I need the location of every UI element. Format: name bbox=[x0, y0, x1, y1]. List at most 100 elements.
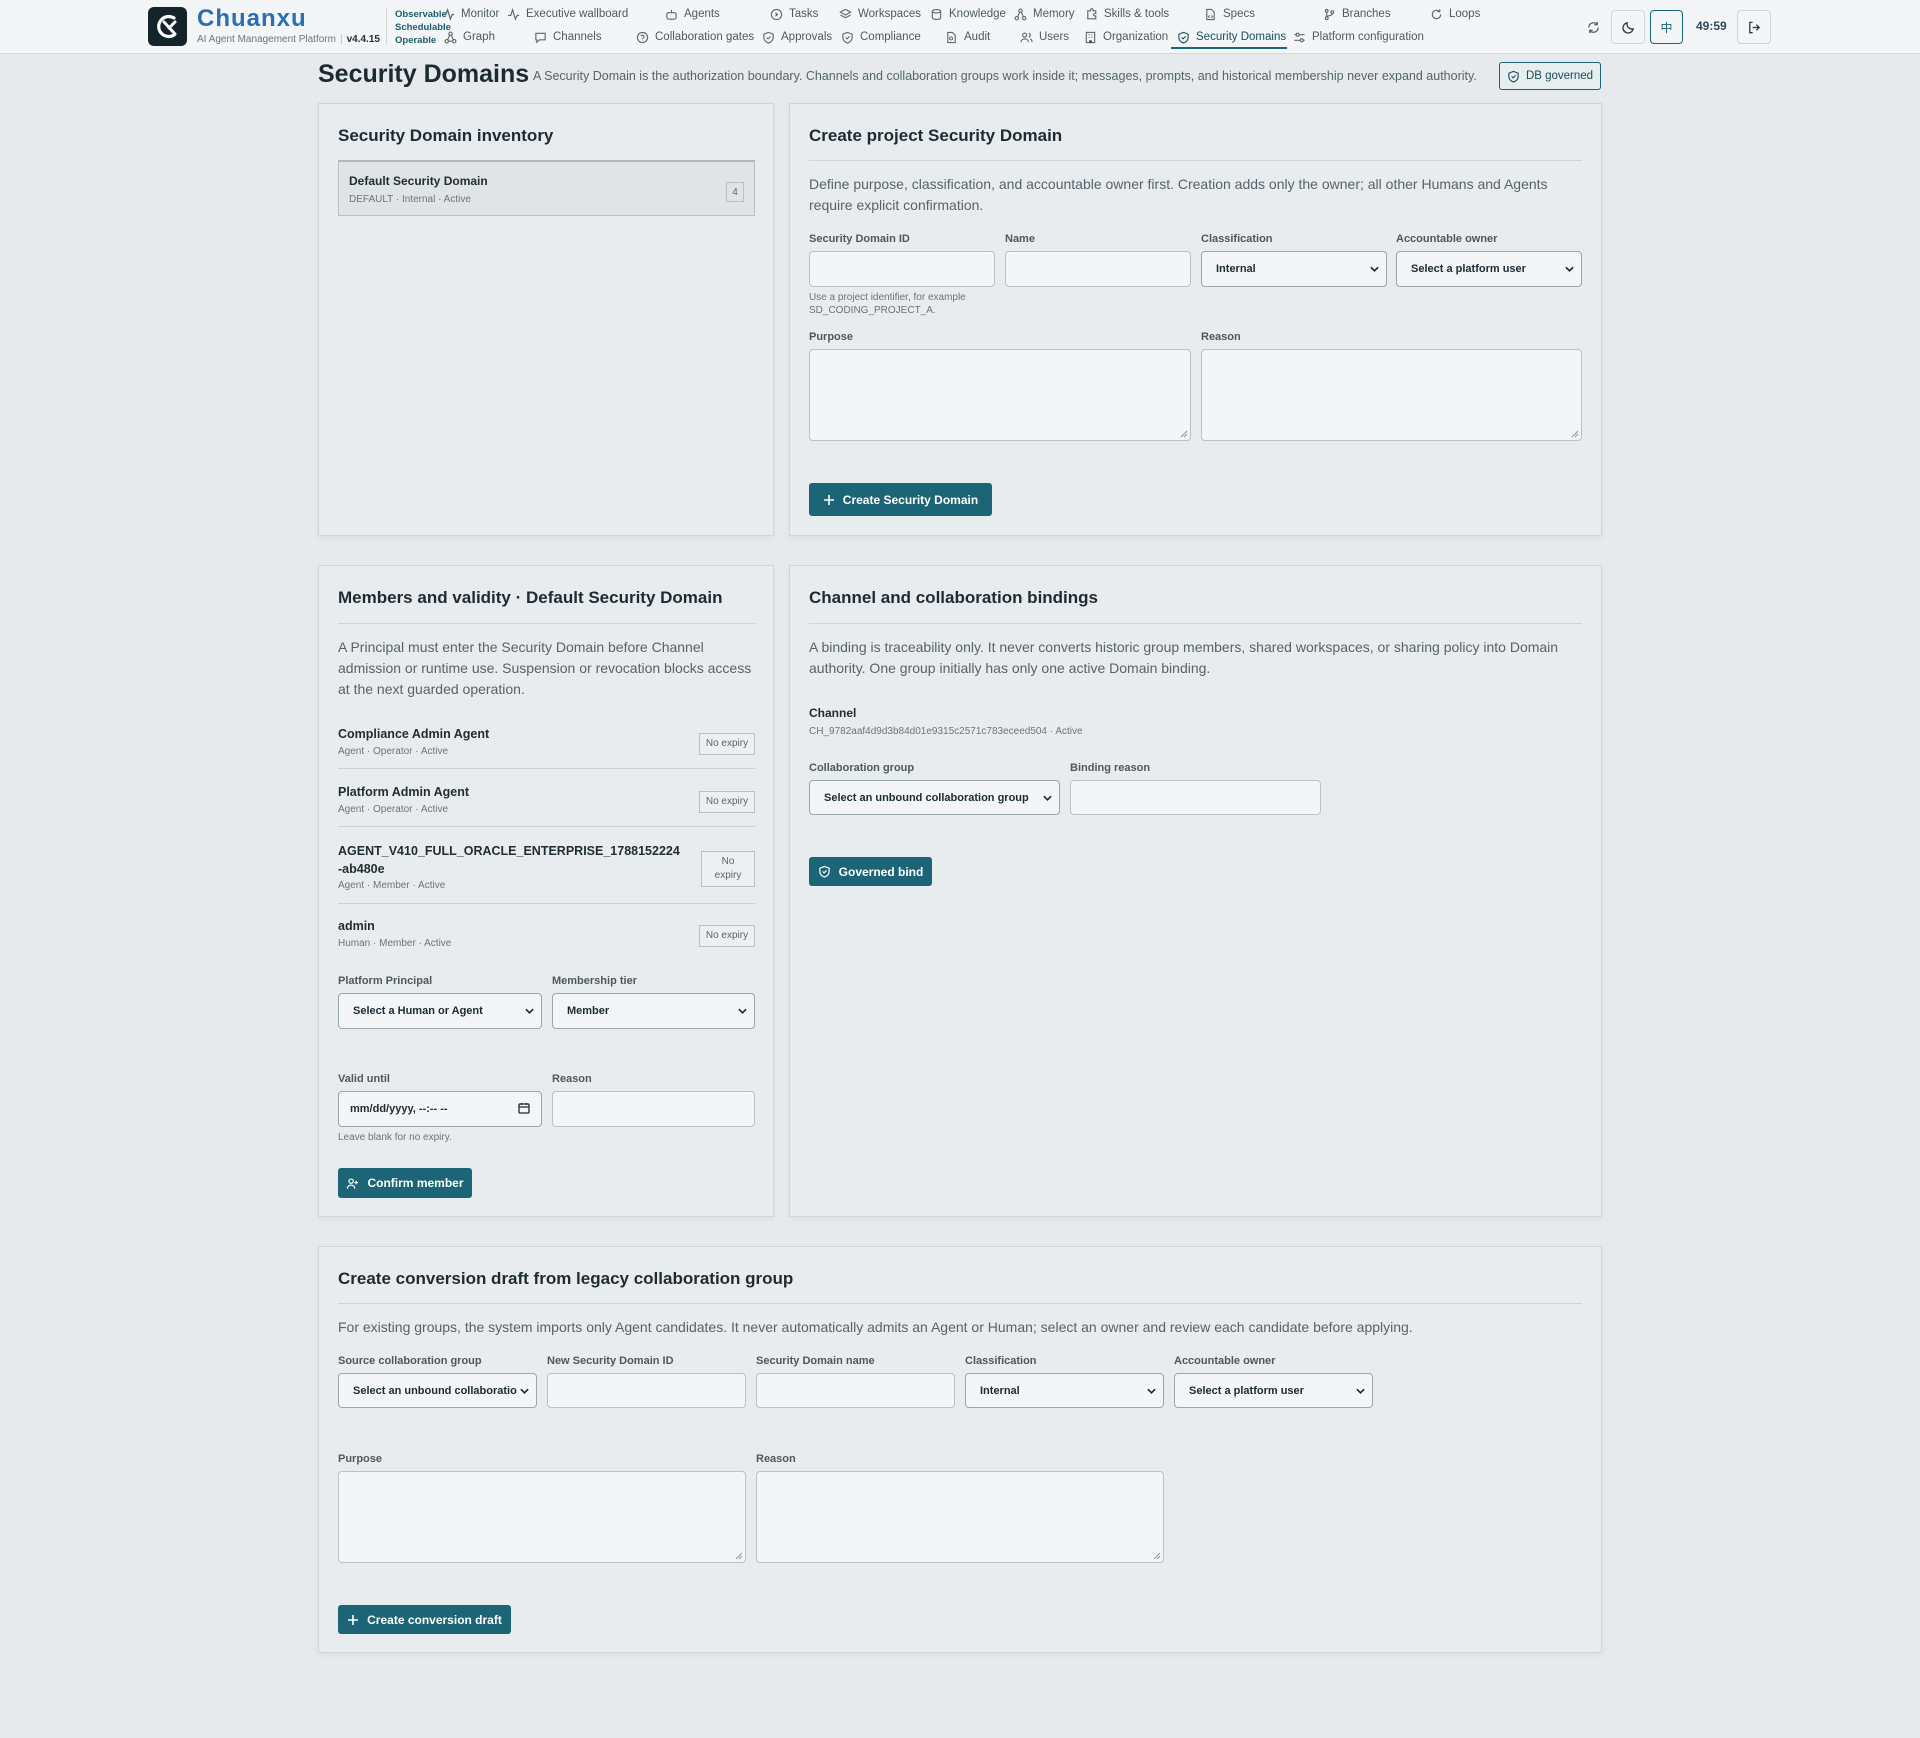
expiry-tag: No expiry bbox=[699, 925, 755, 947]
conversion-classification-label: Classification bbox=[965, 1355, 1037, 1367]
nav-label: Monitor bbox=[461, 8, 500, 20]
resize-grip-icon[interactable] bbox=[1180, 430, 1188, 438]
confirm-member-button[interactable]: Confirm member bbox=[338, 1168, 472, 1198]
message-square-icon bbox=[535, 32, 546, 43]
accountable-owner-label: Accountable owner bbox=[1396, 233, 1498, 245]
name-input[interactable] bbox=[1005, 251, 1191, 287]
nav-skills-tools[interactable]: Skills & tools bbox=[1085, 4, 1169, 24]
members-title: Members and validity · Default Security … bbox=[338, 588, 723, 607]
governed-bind-button[interactable]: Governed bind bbox=[809, 857, 932, 886]
accountable-owner-select[interactable]: Select a platform user bbox=[1396, 251, 1582, 287]
reason-label: Reason bbox=[1201, 331, 1241, 343]
nav-specs[interactable]: Specs bbox=[1204, 4, 1255, 24]
bindings-title: Channel and collaboration bindings bbox=[809, 588, 1099, 607]
nav-label: Knowledge bbox=[949, 8, 1006, 20]
refresh-icon bbox=[1587, 21, 1599, 33]
nav-channels[interactable]: Channels bbox=[534, 27, 602, 47]
source-group-select[interactable]: Select an unbound collaboration group bbox=[338, 1373, 537, 1408]
nav-label: Organization bbox=[1103, 31, 1169, 43]
resize-grip-icon[interactable] bbox=[1153, 1552, 1161, 1560]
date-placeholder: mm/dd/yyyy, --:-- -- bbox=[350, 1103, 448, 1115]
security-domain-id-input[interactable] bbox=[809, 251, 995, 287]
resize-grip-icon[interactable] bbox=[1571, 430, 1579, 438]
nav-approvals[interactable]: Approvals bbox=[762, 27, 832, 47]
conversion-classification-select[interactable]: Internal bbox=[965, 1373, 1164, 1408]
new-domain-id-input[interactable] bbox=[547, 1373, 746, 1408]
collaboration-group-select[interactable]: Select an unbound collaboration group bbox=[809, 780, 1060, 815]
domain-name-input[interactable] bbox=[756, 1373, 955, 1408]
conversion-owner-select[interactable]: Select a platform user bbox=[1174, 1373, 1373, 1408]
logout-button[interactable] bbox=[1737, 10, 1771, 44]
purpose-textarea[interactable] bbox=[809, 349, 1191, 441]
reason-textarea[interactable] bbox=[1201, 349, 1582, 441]
classification-select[interactable]: Internal bbox=[1201, 251, 1387, 287]
nav-label: Compliance bbox=[860, 31, 921, 43]
conversion-reason-textarea[interactable] bbox=[756, 1471, 1164, 1563]
nav-label: Platform configuration bbox=[1312, 31, 1424, 43]
nav-label: Agents bbox=[684, 8, 720, 20]
nav-monitor[interactable]: Monitor bbox=[442, 4, 499, 24]
logout-icon bbox=[1748, 21, 1760, 33]
divider bbox=[338, 623, 755, 624]
collaboration-group-label: Collaboration group bbox=[809, 762, 915, 774]
conversion-title: Create conversion draft from legacy coll… bbox=[338, 1269, 794, 1288]
create-security-domain-button[interactable]: Create Security Domain bbox=[809, 483, 992, 516]
logo-icon[interactable] bbox=[148, 7, 187, 46]
nav-label: Workspaces bbox=[858, 8, 922, 20]
nav-tasks[interactable]: Tasks bbox=[770, 4, 818, 24]
platform-principal-select[interactable]: Select a Human or Agent bbox=[338, 993, 542, 1029]
nav-platform-configuration[interactable]: Platform configuration bbox=[1293, 27, 1424, 47]
name-label: Name bbox=[1005, 233, 1035, 245]
nav-security-domains[interactable]: Security Domains bbox=[1177, 27, 1286, 47]
nav-collaboration-gates[interactable]: Collaboration gates bbox=[636, 27, 754, 47]
chevron-down-icon bbox=[1356, 1388, 1365, 1394]
badge-label: DB governed bbox=[1525, 70, 1594, 82]
nav-users[interactable]: Users bbox=[1020, 27, 1069, 47]
inventory-item[interactable]: Default Security Domain DEFAULT · Intern… bbox=[338, 160, 755, 216]
button-label: Create Security Domain bbox=[842, 492, 979, 507]
nav-knowledge[interactable]: Knowledge bbox=[930, 4, 1006, 24]
resize-grip-icon[interactable] bbox=[735, 1552, 743, 1560]
member-reason-input[interactable] bbox=[552, 1091, 755, 1127]
membership-tier-select[interactable]: Member bbox=[552, 993, 755, 1029]
sliders-icon bbox=[1294, 32, 1305, 42]
conversion-owner-label: Accountable owner bbox=[1174, 1355, 1276, 1367]
language-toggle-button[interactable]: 中 bbox=[1650, 10, 1683, 44]
nav-memory[interactable]: Memory bbox=[1014, 4, 1075, 24]
bindings-description: A binding is traceability only. It never… bbox=[809, 639, 1559, 676]
nav-audit[interactable]: Audit bbox=[945, 27, 990, 47]
nav-compliance[interactable]: Compliance bbox=[841, 27, 921, 47]
shield-check-icon bbox=[763, 31, 774, 44]
activity-icon bbox=[507, 7, 520, 21]
nav-loops[interactable]: Loops bbox=[1430, 4, 1480, 24]
network-icon bbox=[1014, 8, 1027, 20]
active-tab-indicator bbox=[1171, 47, 1287, 49]
member-divider bbox=[338, 826, 755, 827]
theme-toggle-button[interactable] bbox=[1611, 10, 1645, 44]
moon-icon bbox=[1621, 21, 1634, 34]
brand-name: Chuanxu bbox=[197, 5, 307, 32]
nav-branches[interactable]: Branches bbox=[1323, 4, 1391, 24]
page-description: A Security Domain is the authorization b… bbox=[533, 69, 1477, 83]
db-governed-badge: DB governed bbox=[1499, 62, 1601, 90]
chevron-down-icon bbox=[1147, 1388, 1156, 1394]
conversion-panel bbox=[318, 1246, 1602, 1653]
valid-until-input[interactable]: mm/dd/yyyy, --:-- -- bbox=[338, 1091, 542, 1127]
member-name: Platform Admin Agent bbox=[338, 785, 470, 799]
conversion-purpose-textarea[interactable] bbox=[338, 1471, 746, 1563]
nav-agents[interactable]: Agents bbox=[665, 4, 720, 24]
nav-label: Security Domains bbox=[1196, 31, 1287, 43]
git-branch-icon bbox=[1324, 8, 1335, 20]
refresh-button[interactable] bbox=[1576, 10, 1610, 44]
select-value: Internal bbox=[980, 1384, 1020, 1397]
create-conversion-draft-button[interactable]: Create conversion draft bbox=[338, 1605, 511, 1634]
divider bbox=[338, 1303, 1582, 1304]
nav-graph[interactable]: Graph bbox=[444, 27, 495, 47]
security-domain-id-hint: Use a project identifier, for example SD… bbox=[809, 292, 966, 316]
nav-workspaces[interactable]: Workspaces bbox=[839, 4, 921, 24]
nav-executive-wallboard[interactable]: Executive wallboard bbox=[507, 4, 628, 24]
brand-divider bbox=[386, 8, 387, 44]
nav-organization[interactable]: Organization bbox=[1084, 27, 1168, 47]
binding-reason-input[interactable] bbox=[1070, 780, 1321, 815]
calendar-icon[interactable] bbox=[518, 1102, 530, 1114]
